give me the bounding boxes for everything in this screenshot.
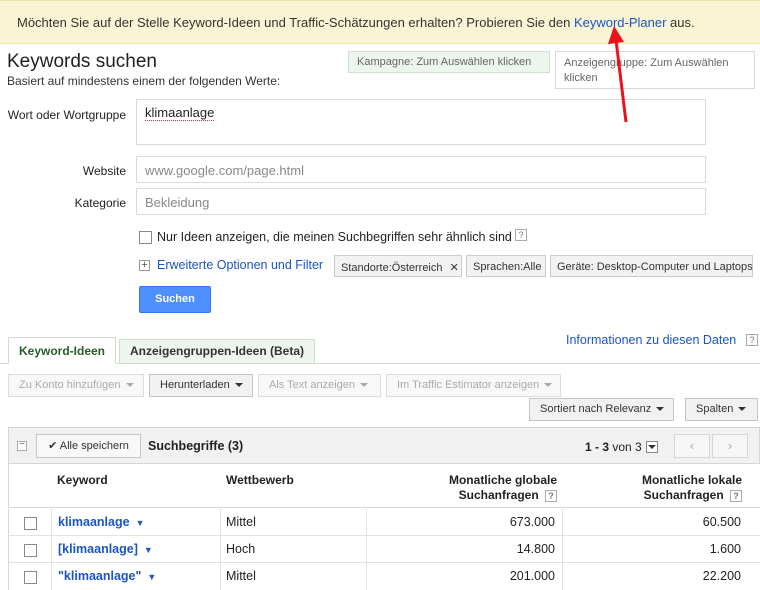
chevron-down-icon[interactable]: ▼: [147, 572, 156, 582]
chevron-down-icon: [234, 383, 243, 388]
sort-label: Sortiert nach Relevanz: [540, 403, 652, 415]
save-all-button[interactable]: ✔ Alle speichern: [36, 434, 141, 458]
prev-page-button[interactable]: ‹: [674, 434, 710, 458]
similar-only-label: Nur Ideen anzeigen, die meinen Suchbegri…: [157, 230, 512, 244]
pager-dropdown[interactable]: [646, 441, 658, 453]
global-searches-cell: 201.000: [509, 569, 555, 583]
column-header-competition[interactable]: Wettbewerb: [226, 473, 294, 488]
tab-adgroup-ideas[interactable]: Anzeigengruppen-Ideen (Beta): [119, 339, 316, 364]
column-header-global[interactable]: Monatliche globale Suchanfragen ?: [400, 473, 557, 503]
add-to-account-label: Zu Konto hinzufügen: [19, 379, 121, 391]
chevron-down-icon: [360, 383, 369, 388]
chevron-down-icon: [656, 407, 665, 412]
column-divider: [220, 509, 221, 590]
banner-text: Möchten Sie auf der Stelle Keyword-Ideen…: [17, 15, 574, 30]
filter-chip-location-label: Standorte:Österreich: [341, 262, 443, 274]
traffic-estimator-label: Im Traffic Estimator anzeigen: [397, 379, 540, 391]
column-header-local[interactable]: Monatliche lokale Suchanfragen ?: [590, 473, 742, 503]
local-searches-cell: 22.200: [702, 569, 741, 583]
show-as-text-label: Als Text anzeigen: [269, 379, 356, 391]
filter-chip-language[interactable]: Sprachen:Alle: [466, 255, 546, 277]
global-searches-cell: 14.800: [516, 542, 555, 556]
row-checkbox[interactable]: [24, 517, 37, 530]
category-label: Kategorie: [74, 196, 126, 210]
adgroup-selector[interactable]: Anzeigengruppe: Zum Auswählen klicken: [555, 51, 755, 89]
page-title: Keywords suchen: [7, 51, 157, 72]
annotation-arrow-icon: [608, 26, 628, 123]
filter-chip-location[interactable]: Standorte:Österreich ✕: [334, 255, 462, 277]
pager-text: 1 - 3 von 3: [585, 440, 642, 454]
download-label: Herunterladen: [160, 379, 230, 391]
word-label: Wort oder Wortgruppe: [7, 108, 126, 122]
column-header-global-label: Monatliche globale Suchanfragen: [448, 473, 557, 502]
column-divider: [562, 509, 563, 590]
columns-label: Spalten: [696, 403, 734, 415]
filter-chip-devices[interactable]: Geräte: Desktop-Computer und Laptops: [550, 255, 753, 277]
help-icon[interactable]: ?: [730, 489, 742, 502]
results-title: Suchbegriffe (3): [148, 439, 244, 453]
checkmark-icon: ✔: [48, 440, 58, 452]
website-input[interactable]: www.google.com/page.html: [136, 156, 706, 183]
word-input-value: klimaanlage: [145, 105, 215, 121]
website-label: Website: [82, 164, 126, 178]
row-checkbox[interactable]: [24, 544, 37, 557]
column-header-local-label: Monatliche lokale Suchanfragen: [641, 473, 742, 502]
pager-total: von 3: [612, 440, 642, 454]
chevron-left-icon: ‹: [689, 438, 695, 453]
download-button[interactable]: Herunterladen: [149, 374, 253, 397]
keyword-link[interactable]: [klimaanlage]: [58, 542, 138, 556]
save-all-label: Alle speichern: [59, 440, 129, 452]
chevron-down-icon: [648, 445, 656, 449]
chevron-down-icon[interactable]: ▼: [144, 545, 153, 555]
help-icon[interactable]: ?: [515, 229, 527, 241]
expand-plus-icon[interactable]: +: [139, 260, 150, 271]
chevron-down-icon[interactable]: ▼: [136, 518, 145, 528]
campaign-selector[interactable]: Kampagne: Zum Auswählen klicken: [348, 51, 550, 73]
column-divider: [366, 509, 367, 590]
global-searches-cell: 673.000: [509, 515, 555, 529]
data-info-link[interactable]: Informationen zu diesen Daten: [566, 333, 736, 347]
keyword-cell[interactable]: [klimaanlage] ▼: [58, 542, 153, 556]
page-subtitle: Basiert auf mindestens einem der folgend…: [7, 74, 281, 88]
chevron-down-icon: [125, 383, 134, 388]
columns-button[interactable]: Spalten: [685, 398, 758, 421]
show-as-text-button[interactable]: Als Text anzeigen: [258, 374, 381, 397]
next-page-button[interactable]: ›: [712, 434, 748, 458]
advanced-options-link[interactable]: Erweiterte Optionen und Filter: [157, 258, 323, 272]
sort-button[interactable]: Sortiert nach Relevanz: [529, 398, 674, 421]
help-icon[interactable]: ?: [545, 489, 557, 502]
column-header-keyword[interactable]: Keyword: [57, 473, 108, 488]
keyword-cell[interactable]: klimaanlage ▼: [58, 515, 145, 529]
upsell-banner: Möchten Sie auf der Stelle Keyword-Ideen…: [0, 0, 760, 44]
competition-cell: Hoch: [226, 542, 256, 556]
help-icon[interactable]: ?: [746, 334, 758, 346]
chevron-down-icon: [544, 383, 553, 388]
add-to-account-button[interactable]: Zu Konto hinzufügen: [8, 374, 144, 397]
competition-cell: Mittel: [226, 569, 256, 583]
competition-cell: Mittel: [226, 515, 256, 529]
chevron-down-icon: [738, 407, 747, 412]
search-button[interactable]: Suchen: [139, 286, 211, 313]
remove-filter-icon[interactable]: ✕: [450, 262, 459, 274]
local-searches-cell: 60.500: [702, 515, 741, 529]
collapse-minus-icon[interactable]: −: [17, 440, 27, 451]
keyword-link[interactable]: klimaanlage: [58, 515, 130, 529]
similar-only-checkbox[interactable]: [139, 231, 152, 244]
keyword-link[interactable]: "klimaanlage": [58, 569, 141, 583]
tab-keyword-ideas[interactable]: Keyword-Ideen: [8, 337, 117, 364]
local-searches-cell: 1.600: [709, 542, 741, 556]
traffic-estimator-button[interactable]: Im Traffic Estimator anzeigen: [386, 374, 561, 397]
keyword-cell[interactable]: "klimaanlage" ▼: [58, 569, 156, 583]
pager-range: 1 - 3: [585, 440, 610, 454]
banner-text-end: aus.: [666, 15, 695, 30]
category-input[interactable]: Bekleidung: [136, 188, 706, 215]
chevron-right-icon: ›: [727, 438, 733, 453]
column-divider: [51, 509, 52, 590]
row-checkbox[interactable]: [24, 571, 37, 584]
